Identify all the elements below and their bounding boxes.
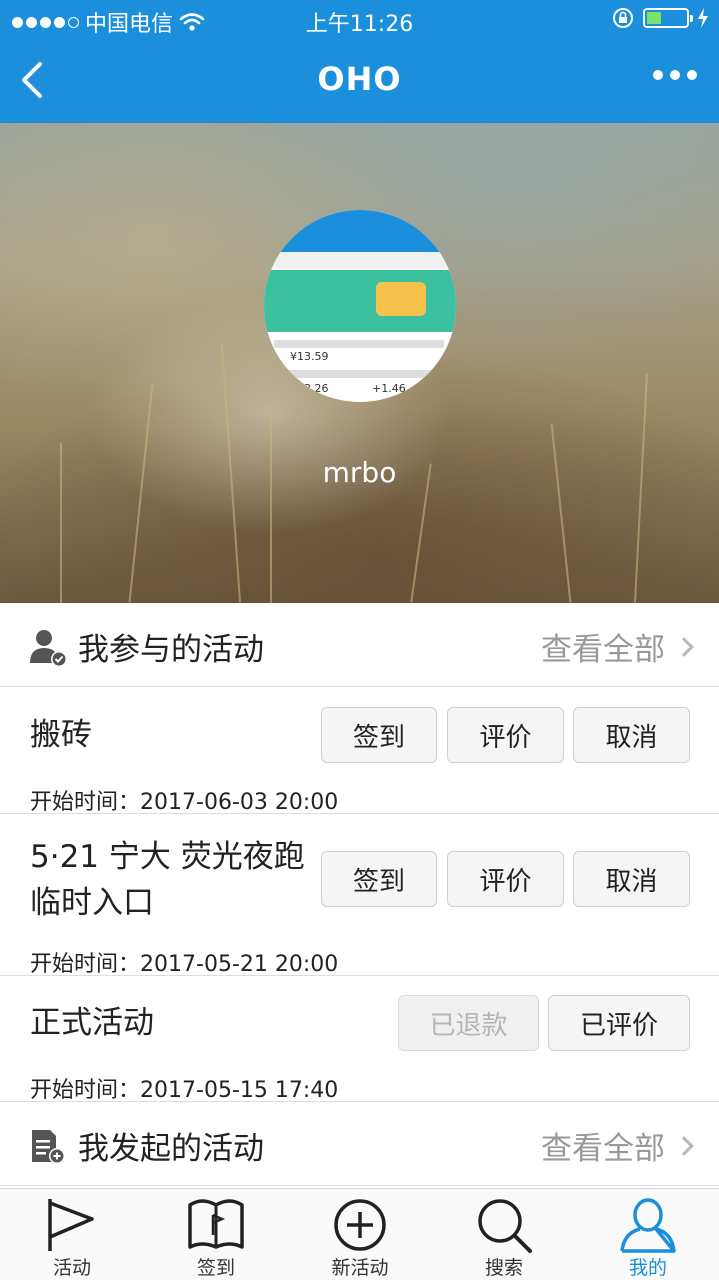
check-in-button[interactable]: 签到 xyxy=(321,851,437,907)
tab-label: 搜索 xyxy=(484,1257,523,1279)
tab-bar: 活动 签到 新活动 搜索 我的 xyxy=(0,1188,719,1280)
joined-activities-header: 我参与的活动 查看全部 xyxy=(0,603,719,687)
page-title: OHO xyxy=(317,60,402,98)
battery-icon xyxy=(643,8,693,28)
activity-item: 5·21 宁大 荧光夜跑 临时入口 签到 评价 取消 开始时间：2017-05-… xyxy=(0,814,719,978)
activity-start-time: 开始时间：2017-06-03 20:00 xyxy=(30,784,338,816)
activity-name-line: 临时入口 xyxy=(30,885,154,921)
tab-label: 签到 xyxy=(196,1257,235,1279)
more-dots-icon xyxy=(653,70,663,80)
avatar-amount: ¥13.59 xyxy=(290,350,329,363)
cancel-button[interactable]: 取消 xyxy=(573,851,690,907)
start-time-label: 开始时间： xyxy=(30,790,141,815)
profile-hero: ¥13.59 3.26 +1.46 mrbo xyxy=(0,123,719,603)
chevron-right-icon xyxy=(674,1135,694,1156)
avatar-value-1: 3.26 xyxy=(304,382,329,395)
user-check-icon xyxy=(30,630,67,667)
search-icon xyxy=(478,1199,532,1253)
tab-new-activity[interactable]: 新活动 xyxy=(288,1189,432,1280)
more-button[interactable] xyxy=(653,70,697,80)
activity-name: 正式活动 xyxy=(30,1005,154,1041)
check-in-button[interactable]: 签到 xyxy=(321,707,437,763)
view-all-label: 查看全部 xyxy=(541,632,665,668)
activity-item: 正式活动 已退款 已评价 开始时间：2017-05-15 17:40 xyxy=(0,976,719,1104)
status-bar: 中国电信 上午11:26 xyxy=(0,0,719,40)
username: mrbo xyxy=(322,456,397,489)
start-time-label: 开始时间： xyxy=(30,952,141,977)
user-icon xyxy=(620,1198,676,1253)
tab-activities[interactable]: 活动 xyxy=(0,1189,144,1280)
start-time-value: 2017-05-21 20:00 xyxy=(140,952,339,977)
activity-name-line: 5·21 宁大 荧光夜跑 xyxy=(30,839,305,875)
tab-label: 我的 xyxy=(628,1257,667,1279)
start-time-label: 开始时间： xyxy=(30,1078,141,1103)
tab-check-in[interactable]: 签到 xyxy=(144,1189,288,1280)
joined-view-all-link[interactable]: 查看全部 xyxy=(541,624,694,669)
start-time-value: 2017-06-03 20:00 xyxy=(140,790,339,815)
launched-activities-header: 我发起的活动 查看全部 xyxy=(0,1102,719,1186)
plus-circle-icon xyxy=(334,1199,386,1251)
tab-search[interactable]: 搜索 xyxy=(432,1189,576,1280)
view-all-label: 查看全部 xyxy=(541,1131,665,1167)
activity-name: 5·21 宁大 荧光夜跑 临时入口 xyxy=(30,834,305,926)
rotation-lock-icon xyxy=(613,8,633,28)
launched-view-all-link[interactable]: 查看全部 xyxy=(541,1123,694,1168)
start-time-value: 2017-05-15 17:40 xyxy=(140,1078,339,1103)
status-right xyxy=(611,6,709,30)
joined-activities-title: 我参与的活动 xyxy=(78,632,264,668)
activity-start-time: 开始时间：2017-05-21 20:00 xyxy=(30,946,338,978)
tab-mine[interactable]: 我的 xyxy=(576,1189,719,1280)
review-button[interactable]: 评价 xyxy=(447,851,564,907)
chevron-right-icon xyxy=(674,636,694,657)
avatar[interactable]: ¥13.59 3.26 +1.46 xyxy=(264,210,456,402)
tab-label: 新活动 xyxy=(331,1257,389,1279)
activity-name: 搬砖 xyxy=(30,717,92,753)
reviewed-button[interactable]: 已评价 xyxy=(548,995,690,1051)
flag-icon xyxy=(48,1199,94,1251)
tab-label: 活动 xyxy=(52,1257,91,1279)
charging-icon xyxy=(698,8,708,28)
launched-activities-title: 我发起的活动 xyxy=(78,1131,264,1167)
refunded-button: 已退款 xyxy=(398,995,539,1051)
document-add-icon xyxy=(32,1130,65,1164)
book-icon xyxy=(188,1199,244,1249)
top-bar: 中国电信 上午11:26 OHO xyxy=(0,0,719,123)
nav-bar: OHO xyxy=(0,40,719,123)
activity-start-time: 开始时间：2017-05-15 17:40 xyxy=(30,1072,338,1104)
cancel-button[interactable]: 取消 xyxy=(573,707,690,763)
avatar-value-2: +1.46 xyxy=(372,382,406,395)
activity-item: 搬砖 签到 评价 取消 开始时间：2017-06-03 20:00 xyxy=(0,688,719,816)
review-button[interactable]: 评价 xyxy=(447,707,564,763)
cake-icon xyxy=(376,282,426,316)
